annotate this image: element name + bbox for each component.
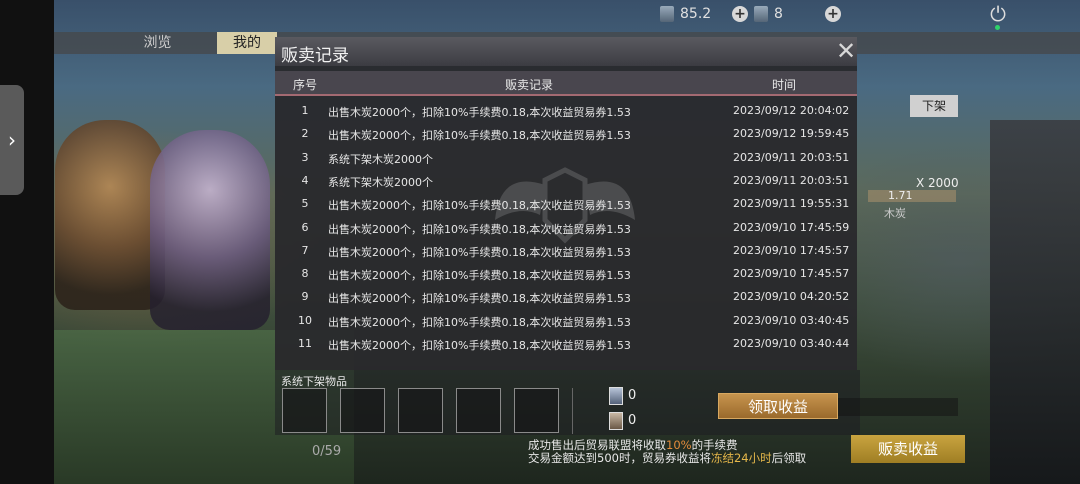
row-number: 5	[301, 197, 309, 211]
freeze-info-line: 交易金额达到500时，贸易券收益将冻结24小时后领取	[528, 450, 806, 466]
row-number: 7	[301, 243, 309, 257]
table-row: 11 出售木炭2000个，扣除10%手续费0.18,本次收益贸易券1.53 20…	[275, 333, 857, 356]
character-figure-left	[55, 120, 165, 310]
row-time: 2023/09/10 17:45:57	[733, 267, 850, 281]
left-edge-bar	[0, 0, 54, 484]
table-row: 4 系统下架木炭2000个 2023/09/11 20:03:51	[275, 170, 857, 193]
table-row: 8 出售木炭2000个，扣除10%手续费0.18,本次收益贸易券1.53 202…	[275, 263, 857, 286]
item-slot[interactable]	[398, 388, 443, 433]
trade-ticket-icon	[609, 412, 623, 430]
claim-income-button[interactable]: 领取收益	[718, 393, 838, 419]
side-expand-tab[interactable]: ›	[0, 85, 24, 195]
row-time: 2023/09/12 19:59:45	[733, 127, 850, 141]
item-slot[interactable]	[282, 388, 327, 433]
row-time: 2023/09/10 03:40:44	[733, 337, 850, 350]
table-row: 3 系统下架木炭2000个 2023/09/11 20:03:51	[275, 147, 857, 170]
row-record: 出售木炭2000个，扣除10%手续费0.18,本次收益贸易券1.53	[328, 245, 631, 259]
delisted-items-label: 系统下架物品	[281, 375, 347, 388]
row-time: 2023/09/11 20:03:51	[733, 173, 850, 187]
row-record: 出售木炭2000个，扣除10%手续费0.18,本次收益贸易券1.53	[328, 222, 631, 236]
slot-count: 0/59	[312, 444, 342, 459]
trade-ticket-value: 85.2	[680, 6, 712, 22]
row-number: 4	[301, 173, 309, 187]
row-number: 3	[301, 150, 309, 164]
row-number: 8	[301, 267, 309, 281]
character-figure-right	[150, 130, 270, 330]
row-number: 11	[298, 337, 312, 350]
delist-button[interactable]: 下架	[910, 95, 958, 117]
record-list[interactable]: 1 出售木炭2000个，扣除10%手续费0.18,本次收益贸易券1.53 202…	[275, 100, 857, 368]
table-row: 6 出售木炭2000个，扣除10%手续费0.18,本次收益贸易券1.53 202…	[275, 217, 857, 240]
item-slot[interactable]	[456, 388, 501, 433]
item-name: 木炭	[884, 207, 906, 220]
divider	[572, 388, 573, 434]
tab-browse[interactable]: 浏览	[110, 32, 205, 54]
tab-mine[interactable]: 我的	[217, 32, 277, 54]
row-time: 2023/09/10 17:45:57	[733, 243, 850, 257]
row-time: 2023/09/10 04:20:52	[733, 290, 850, 304]
add-ticket-button[interactable]: +	[732, 6, 748, 22]
armored-figure	[990, 120, 1080, 484]
row-number: 9	[301, 290, 309, 304]
row-record: 出售木炭2000个，扣除10%手续费0.18,本次收益贸易券1.53	[328, 269, 631, 283]
blue-card-icon	[609, 387, 623, 405]
table-header: 序号 贩卖记录 时间	[275, 71, 857, 96]
item-price: 1.71	[868, 190, 956, 202]
ticket-income-value: 0	[628, 413, 637, 428]
freeze-info-suffix: 后领取	[771, 451, 807, 465]
row-record: 系统下架木炭2000个	[328, 152, 433, 166]
row-record: 出售木炭2000个，扣除10%手续费0.18,本次收益贸易券1.53	[328, 129, 631, 143]
row-number: 10	[298, 313, 312, 327]
row-record: 出售木炭2000个，扣除10%手续费0.18,本次收益贸易券1.53	[328, 199, 631, 213]
row-number: 1	[301, 104, 309, 117]
card-income-value: 0	[628, 388, 637, 403]
row-time: 2023/09/11 20:03:51	[733, 150, 850, 164]
card-value: 8	[774, 6, 783, 22]
table-row: 10 出售木炭2000个，扣除10%手续费0.18,本次收益贸易券1.53 20…	[275, 310, 857, 333]
column-header-no: 序号	[293, 78, 318, 92]
row-number: 2	[301, 127, 309, 141]
table-row: 1 出售木炭2000个，扣除10%手续费0.18,本次收益贸易券1.53 202…	[275, 100, 857, 123]
row-time: 2023/09/12 20:04:02	[733, 104, 850, 117]
dialog-header	[275, 37, 857, 66]
freeze-info-text: 交易金额达到500时，贸易券收益将	[528, 451, 711, 465]
row-record: 系统下架木炭2000个	[328, 175, 433, 189]
add-card-wrapper: +	[825, 6, 841, 22]
row-number: 6	[301, 220, 309, 234]
dialog-title: 贩卖记录	[281, 46, 349, 66]
chevron-right-icon: ›	[8, 128, 16, 152]
background-strip	[838, 398, 958, 416]
row-time: 2023/09/10 03:40:45	[733, 313, 850, 327]
online-status-dot	[995, 25, 1000, 30]
item-slot[interactable]	[340, 388, 385, 433]
currency-card: + 8	[732, 6, 783, 22]
row-record: 出售木炭2000个，扣除10%手续费0.18,本次收益贸易券1.53	[328, 292, 631, 306]
add-card-button[interactable]: +	[825, 6, 841, 22]
item-quantity: X 2000	[916, 176, 959, 190]
close-icon[interactable]: ✕	[834, 38, 858, 64]
item-slot[interactable]	[514, 388, 559, 433]
blue-card-icon	[754, 6, 768, 22]
table-row: 7 出售木炭2000个，扣除10%手续费0.18,本次收益贸易券1.53 202…	[275, 240, 857, 263]
power-icon[interactable]: ⏻	[987, 2, 1009, 26]
freeze-duration: 冻结24小时	[710, 451, 772, 465]
column-header-record: 贩卖记录	[505, 78, 554, 92]
row-time: 2023/09/10 17:45:59	[733, 220, 850, 234]
trade-ticket-icon	[660, 6, 674, 22]
table-row: 5 出售木炭2000个，扣除10%手续费0.18,本次收益贸易券1.53 202…	[275, 193, 857, 216]
row-record: 出售木炭2000个，扣除10%手续费0.18,本次收益贸易券1.53	[328, 106, 631, 119]
sale-income-button[interactable]: 贩卖收益	[851, 435, 965, 463]
row-record: 出售木炭2000个，扣除10%手续费0.18,本次收益贸易券1.53	[328, 315, 631, 329]
column-header-time: 时间	[772, 78, 797, 92]
row-time: 2023/09/11 19:55:31	[733, 197, 850, 211]
table-row: 2 出售木炭2000个，扣除10%手续费0.18,本次收益贸易券1.53 202…	[275, 123, 857, 146]
currency-trade-ticket: 85.2	[660, 6, 711, 22]
row-record: 出售木炭2000个，扣除10%手续费0.18,本次收益贸易券1.53	[328, 339, 631, 352]
table-row: 9 出售木炭2000个，扣除10%手续费0.18,本次收益贸易券1.53 202…	[275, 286, 857, 309]
